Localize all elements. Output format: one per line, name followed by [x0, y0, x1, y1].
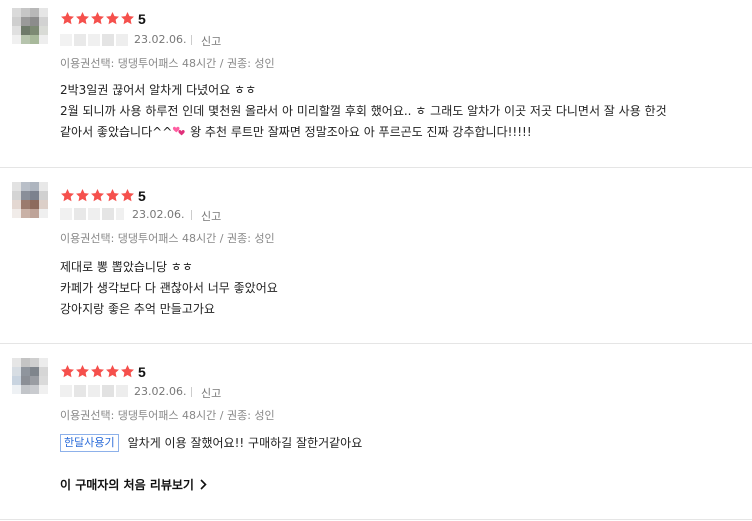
divider [191, 210, 192, 220]
review-date: 23.02.06. [134, 33, 187, 46]
report-link[interactable]: 신고 [201, 385, 221, 401]
review-item: 5 23.02.06. 신고 이용권선택: 댕댕투어패스 48시간 / 권종: … [0, 0, 752, 168]
star-icon [60, 11, 75, 26]
chevron-right-icon [200, 479, 207, 493]
review-tag-badge: 한달사용기 [60, 434, 119, 452]
star-icon [60, 364, 75, 379]
divider [191, 35, 192, 45]
star-rating [60, 363, 135, 379]
review-date: 23.02.06. [134, 385, 187, 398]
rating-score: 5 [138, 188, 146, 204]
star-icon [75, 11, 90, 26]
masked-nickname [60, 208, 124, 220]
avatar[interactable] [12, 8, 48, 44]
star-icon [105, 364, 120, 379]
review-text: 제대로 뽕 뽑았습니당 ㅎㅎ 카페가 생각보다 다 괜찮아서 너무 좋았어요 강… [60, 260, 278, 316]
review-text: 한달사용기 알차게 이용 잘했어요!! 구매하길 잘한거같아요 [60, 433, 362, 454]
first-review-link[interactable]: 이 구매자의 처음 리뷰보기 [60, 476, 207, 493]
avatar[interactable] [12, 182, 48, 218]
review-item: 5 23.02.06. 신고 이용권선택: 댕댕투어패스 48시간 / 권종: … [0, 168, 752, 344]
report-link[interactable]: 신고 [201, 208, 221, 224]
rating-score: 5 [138, 364, 146, 380]
star-icon [75, 188, 90, 203]
purchase-option: 이용권선택: 댕댕투어패스 48시간 / 권종: 성인 [60, 57, 275, 70]
review-divider [0, 519, 752, 520]
avatar[interactable] [12, 358, 48, 394]
purchase-option: 이용권선택: 댕댕투어패스 48시간 / 권종: 성인 [60, 232, 275, 245]
masked-nickname [60, 34, 128, 46]
star-icon [90, 364, 105, 379]
star-icon [105, 188, 120, 203]
star-icon [120, 364, 135, 379]
report-link[interactable]: 신고 [201, 33, 221, 49]
star-rating [60, 10, 135, 26]
masked-nickname [60, 385, 128, 397]
star-rating [60, 187, 135, 203]
review-date: 23.02.06. [132, 208, 185, 221]
star-icon [90, 11, 105, 26]
star-icon [90, 188, 105, 203]
star-icon [60, 188, 75, 203]
star-icon [120, 188, 135, 203]
star-icon [120, 11, 135, 26]
star-icon [105, 11, 120, 26]
purchase-option: 이용권선택: 댕댕투어패스 48시간 / 권종: 성인 [60, 409, 275, 422]
two-hearts-icon [172, 124, 186, 145]
review-item: 5 23.02.06. 신고 이용권선택: 댕댕투어패스 48시간 / 권종: … [0, 344, 752, 521]
rating-score: 5 [138, 11, 146, 27]
star-icon [75, 364, 90, 379]
review-text: 2박3일권 끊어서 알차게 다녔어요 ㅎㅎ 2월 되니까 사용 하루전 인데 몇… [60, 80, 667, 145]
divider [191, 387, 192, 397]
